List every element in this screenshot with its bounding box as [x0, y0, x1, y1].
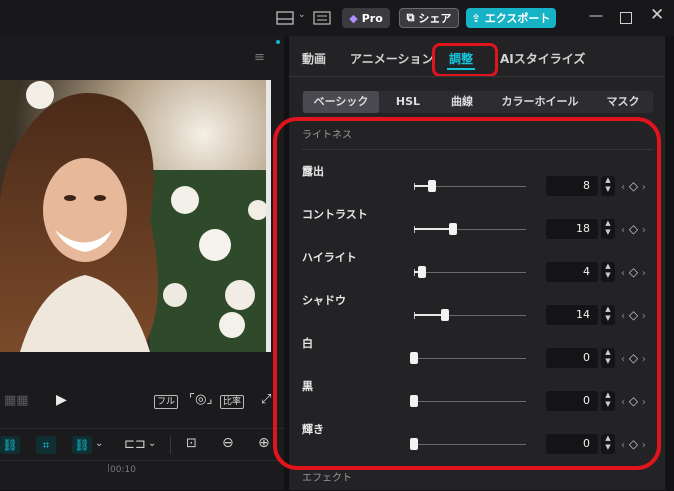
ruler-tick [108, 464, 109, 472]
timecode-label: 00:10 [110, 465, 136, 475]
annotation-box [432, 43, 498, 77]
play-icon[interactable]: ▶ [56, 392, 67, 408]
share-label: シェア [418, 12, 452, 25]
export-button[interactable]: ⇪ エクスポート [466, 8, 556, 28]
chain-icon[interactable]: ⛓ [72, 436, 92, 454]
pro-button[interactable]: ◆ Pro [342, 8, 390, 28]
tab-ai-stylize[interactable]: AIスタイライズ [500, 50, 585, 67]
minimize-icon[interactable]: — [589, 8, 603, 24]
annotation-oval [273, 117, 661, 470]
upload-icon: ⇪ [471, 11, 481, 25]
layout-icon[interactable] [276, 11, 296, 28]
scrollbar[interactable] [665, 36, 674, 490]
divider [170, 436, 171, 454]
split-icon[interactable]: ⊏⊐ [124, 437, 146, 452]
full-button[interactable]: フル [154, 395, 179, 409]
grid-icon[interactable]: ▦▦ [4, 393, 29, 408]
subtab-color-wheel[interactable]: カラーホイール [496, 91, 584, 113]
pro-label: Pro [361, 11, 383, 25]
share-button[interactable]: ⧉ シェア [399, 8, 459, 28]
link-icon[interactable]: ⛓ [0, 436, 20, 454]
tab-animation[interactable]: アニメーション [350, 50, 434, 67]
timeline-ruler [0, 460, 284, 491]
diamond-icon: ◆ [349, 11, 358, 25]
preview-image [0, 80, 271, 352]
zoom-out-icon[interactable]: ⊖ [222, 435, 234, 451]
video-preview[interactable] [0, 80, 271, 352]
chevron-down-icon[interactable]: ⌄ [95, 438, 103, 449]
ratio-button[interactable]: 比率 [220, 395, 245, 409]
chevron-down-icon[interactable]: ⌄ [148, 438, 156, 449]
status-dot [276, 40, 280, 44]
subtab-basic[interactable]: ベーシック [303, 91, 379, 113]
subtab-curves[interactable]: 曲線 [442, 91, 482, 113]
crop-edge[interactable] [266, 80, 271, 352]
zoom-in-icon[interactable]: ⊕ [258, 435, 270, 451]
preview-axis-icon[interactable]: ⊡ [186, 436, 197, 451]
chevron-down-icon[interactable]: ⌄ [298, 10, 306, 20]
subtab-hsl[interactable]: HSL [388, 91, 428, 113]
keyboard-icon[interactable] [313, 11, 331, 28]
effect-section-title: エフェクト [302, 473, 352, 484]
screenshot-icon[interactable]: ⌜◎⌟ [189, 392, 213, 407]
subtab-mask[interactable]: マスク [598, 91, 648, 113]
close-icon[interactable]: ✕ [650, 5, 664, 25]
export-label: エクスポート [484, 12, 551, 25]
menu-icon[interactable]: ≡ [254, 50, 265, 65]
tab-divider [289, 76, 665, 77]
maximize-icon[interactable] [620, 12, 632, 24]
fullscreen-icon[interactable]: ⤢ [261, 392, 271, 407]
tab-video[interactable]: 動画 [302, 50, 326, 67]
magnet-icon[interactable]: ⌗ [36, 436, 56, 454]
share-icon: ⧉ [406, 11, 415, 24]
title-bar [0, 0, 674, 36]
